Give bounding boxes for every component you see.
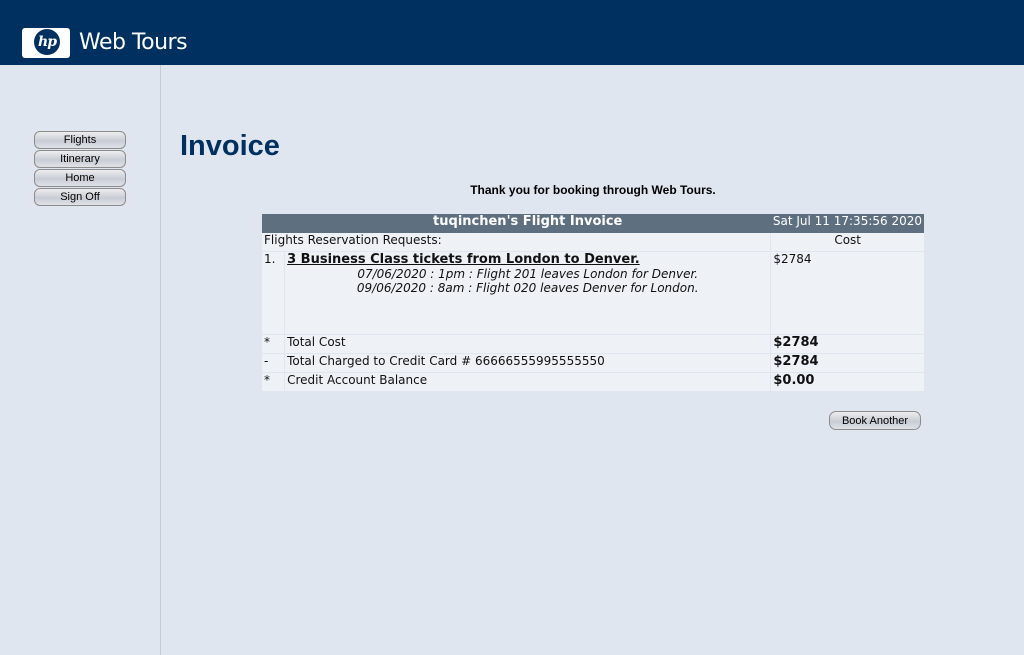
book-another-button[interactable]: Book Another — [829, 411, 921, 430]
cost-column-header: Cost — [770, 233, 924, 252]
summary-row-total-cost: * Total Cost $2784 — [262, 334, 924, 354]
invoice-date: Sat Jul 11 17:35:56 2020 — [770, 214, 924, 233]
invoice-title: tuqinchen's Flight Invoice — [284, 214, 771, 233]
requests-label: Flights Reservation Requests: — [262, 233, 772, 252]
item-number: 1. — [262, 251, 286, 335]
requests-header-row: Flights Reservation Requests: Cost — [262, 233, 924, 252]
hp-logo: hp — [22, 28, 70, 58]
flight-leg-return: 09/06/2020 : 8am : Flight 020 leaves Den… — [356, 281, 699, 295]
summary-label: Total Cost — [284, 334, 772, 354]
nav-flights-button[interactable]: Flights — [34, 131, 126, 149]
nav-itinerary-button[interactable]: Itinerary — [34, 150, 126, 168]
nav-sign-off-button[interactable]: Sign Off — [34, 188, 126, 206]
flight-leg-outbound: 07/06/2020 : 1pm : Flight 201 leaves Lon… — [357, 267, 699, 281]
summary-row-balance: * Credit Account Balance $0.00 — [262, 372, 924, 392]
invoice-header-row: tuqinchen's Flight Invoice Sat Jul 11 17… — [262, 214, 924, 233]
app-header: hp Web Tours — [0, 0, 1024, 65]
summary-label: Total Charged to Credit Card # 666665559… — [284, 353, 772, 373]
page-title: Invoice — [180, 130, 280, 162]
app-title: Web Tours — [79, 30, 188, 55]
thanks-message: Thank you for booking through Web Tours. — [470, 183, 716, 197]
summary-value: $2784 — [770, 353, 924, 373]
summary-marker: * — [262, 334, 286, 354]
item-title: 3 Business Class tickets from London to … — [287, 252, 640, 267]
summary-marker: * — [262, 372, 286, 392]
summary-value: $0.00 — [770, 372, 924, 392]
item-cost: $2784 — [770, 251, 924, 335]
invoice-item-row: 1. 3 Business Class tickets from London … — [262, 251, 924, 335]
hp-logo-icon: hp — [34, 29, 60, 55]
summary-label: Credit Account Balance — [284, 372, 772, 392]
summary-marker: - — [262, 353, 286, 373]
sidebar-divider — [160, 65, 161, 655]
summary-row-charged: - Total Charged to Credit Card # 6666655… — [262, 353, 924, 373]
nav-home-button[interactable]: Home — [34, 169, 126, 187]
item-description: 3 Business Class tickets from London to … — [284, 251, 772, 335]
summary-value: $2784 — [770, 334, 924, 354]
invoice-table: tuqinchen's Flight Invoice Sat Jul 11 17… — [262, 214, 924, 392]
